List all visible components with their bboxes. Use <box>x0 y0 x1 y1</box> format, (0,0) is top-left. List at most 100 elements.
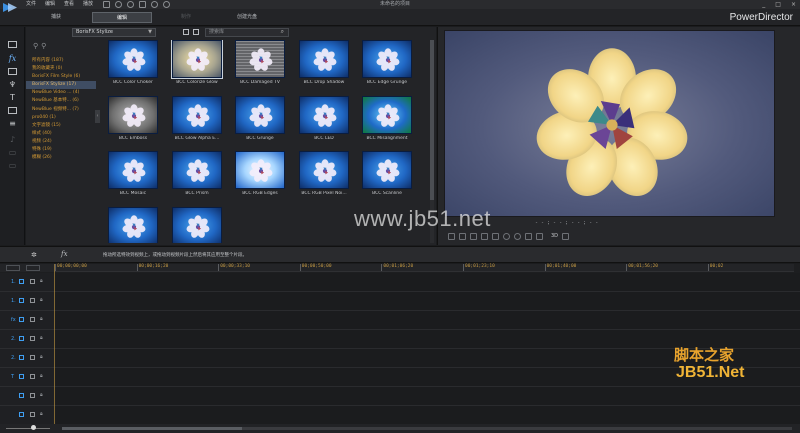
menu-edit[interactable]: 编辑 <box>45 0 55 9</box>
track-header[interactable]: 1. 🔒︎ <box>0 273 54 292</box>
category-item[interactable]: 所有内容 (187) <box>26 57 96 65</box>
playhead[interactable] <box>54 264 55 433</box>
category-item[interactable]: 视频 (24) <box>26 138 96 146</box>
tab-create-disc[interactable]: 创建光盘 <box>230 12 264 23</box>
effect-thumbnail[interactable]: BCC RGB Pixel Noi... <box>299 151 349 196</box>
category-item[interactable]: 我的收藏夹 (0) <box>26 65 96 73</box>
category-item[interactable]: pro040 (1) <box>26 114 96 122</box>
grid-view-icon[interactable] <box>193 29 199 35</box>
settings-icon[interactable] <box>151 1 158 8</box>
lock-icon[interactable]: 🔒︎ <box>40 411 43 417</box>
storyboard-view-icon[interactable] <box>26 265 40 271</box>
track-lane[interactable] <box>54 406 800 425</box>
track-header[interactable]: T 🔒︎ <box>0 368 54 387</box>
track-header[interactable]: 2. 🔒︎ <box>0 330 54 349</box>
tab-capture[interactable]: 捕获 <box>40 12 72 23</box>
snapshot-icon[interactable] <box>514 232 521 240</box>
effect-thumbnail[interactable] <box>172 207 222 243</box>
lock-icon[interactable]: 🔒︎ <box>40 278 43 284</box>
menu-view[interactable]: 查看 <box>64 0 74 9</box>
effect-thumbnail[interactable]: BCC Edge Grunge <box>362 40 412 85</box>
pip-room-icon[interactable] <box>7 67 18 76</box>
menu-file[interactable]: 文件 <box>26 0 36 9</box>
volume-icon[interactable] <box>503 232 510 240</box>
lock-icon[interactable]: 🔒︎ <box>40 335 43 341</box>
effect-thumbnail[interactable]: BCC Drop Shadow <box>299 40 349 85</box>
category-item[interactable]: NewBlue Video ... (4) <box>26 89 96 97</box>
next-frame-icon[interactable] <box>481 232 488 240</box>
timeline-view-icon[interactable] <box>6 265 20 271</box>
track-lane[interactable] <box>54 292 800 311</box>
effect-thumbnail[interactable]: BCC Grunge <box>235 96 285 141</box>
effect-thumbnail[interactable]: BCC LED <box>299 96 349 141</box>
window-icon[interactable] <box>139 1 146 8</box>
track-enable-checkbox[interactable] <box>30 412 35 417</box>
fullscreen-icon[interactable] <box>562 232 570 240</box>
timeline-scrollbar[interactable] <box>62 427 792 430</box>
save-icon[interactable] <box>103 1 110 8</box>
track-header[interactable]: 1. 🔒︎ <box>0 292 54 311</box>
magic-tools-icon[interactable]: ✲ <box>31 251 37 259</box>
category-item[interactable]: NewBlue 基本特... (6) <box>26 97 96 105</box>
library-search-input[interactable]: 搜索库 ⌕ <box>205 28 289 37</box>
effect-thumbnail[interactable]: BCC Misalignment <box>362 96 412 141</box>
voice-room-icon[interactable]: ♪ <box>7 135 18 144</box>
stop-icon[interactable] <box>459 232 466 240</box>
effect-category-dropdown[interactable]: BorisFX Stylize ▼ <box>72 28 156 37</box>
track-enable-checkbox[interactable] <box>30 298 35 303</box>
category-item-selected[interactable]: BorisFX Stylize (17) <box>26 81 96 90</box>
play-icon[interactable] <box>448 232 455 240</box>
undock-icon[interactable] <box>536 232 543 240</box>
fast-forward-icon[interactable] <box>492 232 499 240</box>
effect-thumbnail[interactable]: BCC Scanline <box>362 151 412 196</box>
category-item[interactable]: 模糊 (26) <box>26 154 96 162</box>
category-item[interactable]: BorisFX Film Style (6) <box>26 73 96 81</box>
subtitle-room-icon[interactable]: ▭ <box>7 161 18 170</box>
chapter-room-icon[interactable]: ▭ <box>7 148 18 157</box>
preview-quality-icon[interactable] <box>525 232 532 240</box>
track-enable-checkbox[interactable] <box>30 317 35 322</box>
track-lane[interactable] <box>54 273 800 292</box>
collapse-panel-handle[interactable]: ‹ <box>95 110 100 123</box>
toggle-3d-button[interactable]: 3D <box>551 233 558 239</box>
zoom-slider[interactable] <box>6 428 50 429</box>
lock-icon[interactable]: 🔒︎ <box>40 297 43 303</box>
fx-toggle-icon[interactable]: fx <box>61 250 68 258</box>
effect-thumbnail[interactable]: BCC Glow Alpha E... <box>172 96 222 141</box>
media-room-icon[interactable] <box>7 40 18 49</box>
particle-room-icon[interactable]: ♆ <box>7 80 18 89</box>
tab-edit[interactable]: 编辑 <box>92 12 152 23</box>
scrollbar-thumb[interactable] <box>62 427 242 430</box>
effect-thumbnail[interactable]: BCC Prism <box>172 151 222 196</box>
redo-icon[interactable] <box>127 1 134 8</box>
effect-thumbnail[interactable]: BCC RGB Edges <box>235 151 285 196</box>
track-enable-checkbox[interactable] <box>30 355 35 360</box>
track-enable-checkbox[interactable] <box>30 374 35 379</box>
menu-play[interactable]: 播放 <box>83 0 93 9</box>
search-icon[interactable]: ⌕ <box>281 28 284 35</box>
tab-produce[interactable]: 制作 <box>170 12 202 23</box>
track-enable-checkbox[interactable] <box>30 279 35 284</box>
preview-seek-area[interactable]: - - ; - - ; - - ; - - <box>444 220 775 228</box>
effect-thumbnail[interactable] <box>108 207 158 243</box>
effect-thumbnail[interactable]: BCC Color Choker <box>108 40 158 85</box>
zoom-slider-knob[interactable] <box>31 425 36 430</box>
minimize-icon[interactable]: _ <box>762 0 765 9</box>
timeline-ruler[interactable]: 00;00;00;00 00;00;16;20 00;00;33;10 00;00;5… <box>54 264 794 272</box>
title-room-icon[interactable]: T <box>7 93 18 102</box>
track-enable-checkbox[interactable] <box>30 336 35 341</box>
category-item[interactable]: 特殊 (19) <box>26 146 96 154</box>
track-lane[interactable] <box>54 387 800 406</box>
category-item[interactable]: NewBlue 视频特... (7) <box>26 106 96 114</box>
remove-tag-icon[interactable]: ⚲ <box>41 42 46 50</box>
preview-screen[interactable] <box>444 30 775 217</box>
effect-thumbnail[interactable]: BCC Damaged TV <box>235 40 285 85</box>
undo-icon[interactable] <box>115 1 122 8</box>
track-header[interactable]: 2. 🔒︎ <box>0 349 54 368</box>
effect-thumbnail[interactable]: BCC Colorize Glow <box>171 40 223 85</box>
track-header[interactable]: 🔒︎ <box>0 406 54 425</box>
maximize-icon[interactable]: □ <box>775 0 781 9</box>
add-tag-icon[interactable]: ⚲ <box>33 42 38 50</box>
lock-icon[interactable]: 🔒︎ <box>40 392 43 398</box>
upgrade-icon[interactable] <box>163 1 170 8</box>
